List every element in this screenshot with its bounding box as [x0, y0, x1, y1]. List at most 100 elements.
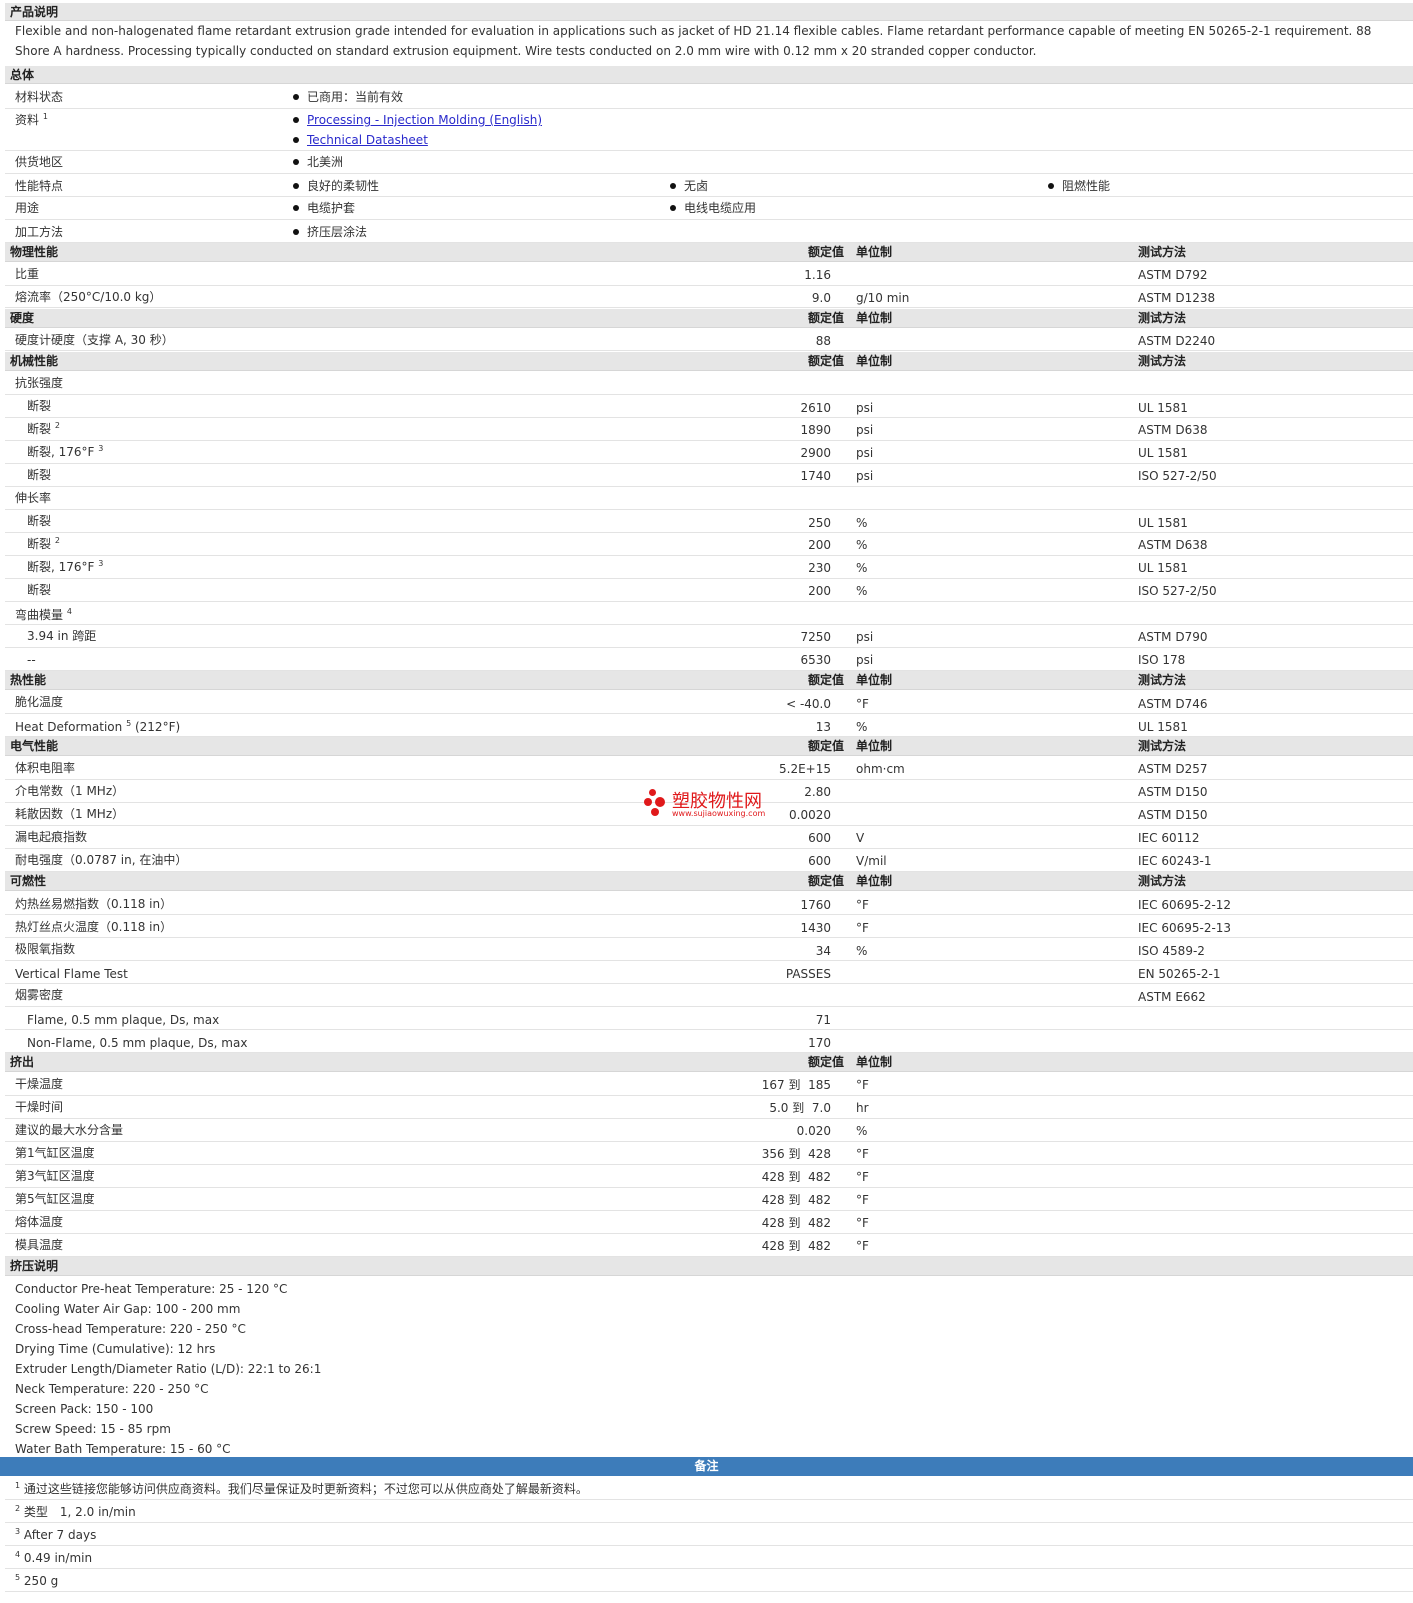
prop-label: 耐电强度（0.0787 in, 在油中） [15, 853, 188, 867]
prop-row: Vertical Flame Test PASSES EN 50265-2-1 [5, 961, 1413, 984]
prop-label: 第5气缸区温度 [15, 1192, 95, 1206]
prop-unit: °F [856, 1216, 869, 1230]
region-value: 北美洲 [293, 155, 343, 169]
prop-value: 1740 [800, 469, 831, 483]
prop-value: 1890 [800, 423, 831, 437]
prop-label: 断裂 2 [27, 421, 60, 436]
prop-row: Flame, 0.5 mm plaque, Ds, max 71 [5, 1007, 1413, 1030]
feature-item: 良好的柔韧性 [293, 179, 379, 193]
section-header-extrusion: 挤出 额定值 单位制 [5, 1053, 1413, 1072]
prop-label: 断裂, 176°F 3 [27, 444, 104, 459]
row-label: 供货地区 [15, 155, 64, 169]
prop-label: 耗散因数（1 MHz） [15, 807, 125, 821]
footnote: 5 250 g [15, 1573, 59, 1588]
prop-row: 硬度计硬度（支撑 A, 30 秒） 88 ASTM D2240 [5, 329, 1413, 351]
section-title: 总体 [10, 68, 35, 82]
prop-row: 断裂 2 200 % ASTM D638 [5, 533, 1413, 556]
prop-label: 断裂, 176°F 3 [27, 559, 104, 574]
col-test: 测试方法 [1138, 739, 1187, 753]
feature-item: 阻燃性能 [1048, 179, 1110, 193]
extrusion-note: Screw Speed: 15 - 85 rpm [15, 1422, 171, 1436]
prop-row: 第1气缸区温度 356 到 428 °F [5, 1142, 1413, 1165]
prop-test: IEC 60112 [1138, 831, 1200, 845]
prop-unit: hr [856, 1101, 869, 1115]
prop-test: IEC 60695-2-13 [1138, 921, 1232, 935]
prop-test: UL 1581 [1138, 561, 1188, 575]
section-header-physical: 物理性能 额定值 单位制 测试方法 [5, 243, 1413, 262]
prop-test: ISO 4589-2 [1138, 944, 1205, 958]
prop-value: 34 [815, 944, 831, 958]
extrusion-note: Neck Temperature: 220 - 250 °C [15, 1382, 209, 1396]
prop-test: ASTM D150 [1138, 808, 1208, 822]
prop-unit: °F [856, 921, 869, 935]
prop-label: 建议的最大水分含量 [15, 1123, 124, 1137]
feature-item: 无卤 [670, 179, 708, 193]
prop-row: 断裂 2 1890 psi ASTM D638 [5, 418, 1413, 441]
extrusion-note: Water Bath Temperature: 15 - 60 °C [15, 1442, 231, 1456]
section-header-mechanical: 机械性能 额定值 单位制 测试方法 [5, 352, 1413, 371]
prop-value: 5.2E+15 [779, 762, 831, 776]
prop-unit: % [856, 516, 868, 530]
col-test: 测试方法 [1138, 311, 1187, 325]
prop-unit: °F [856, 1239, 869, 1253]
section-header-electrical: 电气性能 额定值 单位制 测试方法 [5, 737, 1413, 756]
prop-value: 2610 [800, 401, 831, 415]
use-item: 电缆护套 [293, 201, 355, 215]
prop-label: 极限氧指数 [15, 942, 76, 956]
prop-unit: psi [856, 446, 874, 460]
prop-test: ASTM D790 [1138, 630, 1208, 644]
prop-unit: ohm·cm [856, 762, 905, 776]
prop-row: 断裂 2610 psi UL 1581 [5, 395, 1413, 418]
section-header-flammability: 可燃性 额定值 单位制 测试方法 [5, 872, 1413, 891]
extrusion-note: Cross-head Temperature: 220 - 250 °C [15, 1322, 246, 1336]
prop-row: 断裂, 176°F 3 230 % UL 1581 [5, 556, 1413, 579]
footnote: 1 通过这些链接您能够访问供应商资料。我们尽量保证及时更新资料；不过您可以从供应… [15, 1481, 588, 1496]
col-nominal: 额定值 [808, 874, 845, 888]
subgroup-row: 抗张强度 [5, 372, 1413, 395]
col-nominal: 额定值 [808, 245, 845, 259]
col-unit: 单位制 [856, 354, 893, 368]
prop-label: Vertical Flame Test [15, 967, 128, 981]
col-nominal: 额定值 [808, 1055, 845, 1069]
prop-row: -- 6530 psi ISO 178 [5, 648, 1413, 671]
section-title: 可燃性 [10, 874, 47, 888]
section-title: 机械性能 [10, 354, 59, 368]
row-label: 资料 1 [15, 112, 48, 127]
prop-row: 干燥温度 167 到 185 °F [5, 1073, 1413, 1096]
doc-link-processing[interactable]: Processing - Injection Molding (English) [307, 113, 542, 127]
prop-row: 灼热丝易燃指数（0.118 in） 1760 °F IEC 60695-2-12 [5, 892, 1413, 915]
subgroup-label: 抗张强度 [15, 376, 64, 390]
section-title: 硬度 [10, 311, 35, 325]
section-header-thermal: 热性能 额定值 单位制 测试方法 [5, 671, 1413, 690]
prop-value: 2900 [800, 446, 831, 460]
prop-range: 428 到 482 [761, 1193, 831, 1207]
prop-test: ASTM D1238 [1138, 291, 1216, 305]
prop-unit: °F [856, 697, 869, 711]
prop-label: 漏电起痕指数 [15, 830, 88, 844]
prop-value: 88 [815, 334, 831, 348]
footnote-row: 4 0.49 in/min [5, 1546, 1413, 1569]
prop-unit: V [856, 831, 865, 845]
prop-unit: % [856, 1124, 868, 1138]
footnote-row: 2 类型 1, 2.0 in/min [5, 1500, 1413, 1523]
section-title: 电气性能 [10, 739, 59, 753]
prop-label: 灼热丝易燃指数（0.118 in） [15, 897, 173, 911]
prop-test: ASTM D638 [1138, 538, 1208, 552]
prop-label: 热灯丝点火温度（0.118 in） [15, 920, 173, 934]
prop-value: 250 [808, 516, 831, 530]
prop-row: 断裂, 176°F 3 2900 psi UL 1581 [5, 441, 1413, 464]
prop-label: Non-Flame, 0.5 mm plaque, Ds, max [27, 1036, 248, 1050]
prop-label: 断裂 2 [27, 536, 60, 551]
status-value: 已商用：当前有效 [293, 90, 403, 104]
prop-row: Non-Flame, 0.5 mm plaque, Ds, max 170 [5, 1030, 1413, 1053]
doc-link-datasheet[interactable]: Technical Datasheet [307, 133, 428, 147]
prop-unit: psi [856, 630, 874, 644]
col-unit: 单位制 [856, 245, 893, 259]
prop-unit: psi [856, 469, 874, 483]
prop-row: 建议的最大水分含量 0.020 % [5, 1119, 1413, 1142]
footnote: 3 After 7 days [15, 1527, 97, 1542]
section-title: 热性能 [10, 673, 47, 687]
general-row-uses: 用途 电缆护套 电线电缆应用 [5, 197, 1413, 220]
prop-value: 13 [815, 720, 831, 734]
prop-value: 0.020 [796, 1124, 831, 1138]
